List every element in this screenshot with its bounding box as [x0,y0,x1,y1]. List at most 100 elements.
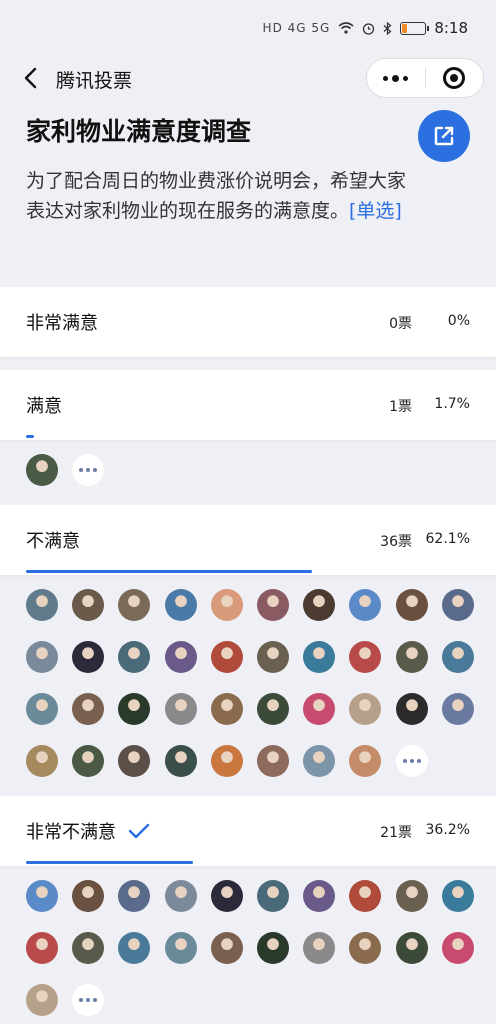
voter-avatar[interactable] [211,880,243,912]
voter-avatar[interactable] [442,693,474,725]
option-vote-count: 36票 [380,534,412,550]
voter-avatar[interactable] [349,641,381,673]
voter-avatar[interactable] [26,984,58,1016]
option-progress-bar [26,861,193,864]
option-label: 非常不满意 [26,818,150,844]
voter-avatar[interactable] [257,589,289,621]
option-percent: 0% [447,313,470,329]
voter-avatar[interactable] [349,693,381,725]
voter-avatar[interactable] [442,880,474,912]
voter-avatar[interactable] [303,880,335,912]
voter-avatar[interactable] [442,932,474,964]
voter-avatar[interactable] [118,932,150,964]
voter-avatar[interactable] [349,589,381,621]
voter-avatar[interactable] [26,932,58,964]
status-bar: HD 4G 5G 8:18 [0,0,496,56]
battery-icon [400,21,430,35]
more-voters-button[interactable] [72,454,104,486]
option-label: 不满意 [26,527,80,553]
voter-avatar[interactable] [72,745,104,777]
voter-avatar[interactable] [72,693,104,725]
voter-avatar[interactable] [26,454,58,486]
voter-avatar[interactable] [349,880,381,912]
voter-avatar[interactable] [72,589,104,621]
nav-bar: 腾讯投票 [0,56,496,100]
voter-avatar[interactable] [396,932,428,964]
voter-avatar[interactable] [257,880,289,912]
voter-avatar[interactable] [165,589,197,621]
option-4[interactable]: 非常不满意 21票 36.2% [0,796,496,866]
voter-avatar[interactable] [165,880,197,912]
voter-avatar[interactable] [211,589,243,621]
voter-avatar[interactable] [211,932,243,964]
option-1[interactable]: 非常满意 0票 0% [0,287,496,357]
voter-avatar[interactable] [396,693,428,725]
close-miniprogram-button[interactable] [426,67,484,89]
nav-title: 腾讯投票 [56,70,133,92]
voter-avatar[interactable] [165,745,197,777]
voter-avatar[interactable] [396,641,428,673]
voter-avatar[interactable] [303,932,335,964]
network-icons: HD 4G 5G [262,21,331,35]
option-2[interactable]: 满意 1票 1.7% [0,370,496,440]
option-percent: 1.7% [434,396,470,412]
voter-avatar[interactable] [211,641,243,673]
option-label: 满意 [26,392,62,418]
voter-avatar[interactable] [118,880,150,912]
option-progress-bar [26,570,312,573]
voter-avatar[interactable] [303,693,335,725]
voter-avatar[interactable] [211,693,243,725]
voter-avatar[interactable] [303,641,335,673]
voter-avatar[interactable] [257,641,289,673]
back-arrow-icon[interactable] [18,64,42,92]
voter-avatar[interactable] [165,693,197,725]
more-options-button[interactable] [367,74,425,82]
voter-avatar[interactable] [442,589,474,621]
voter-avatar[interactable] [26,880,58,912]
voter-avatar[interactable] [26,693,58,725]
selected-check-icon [128,823,150,839]
voter-avatar[interactable] [72,932,104,964]
share-button[interactable] [418,110,470,162]
poll-header: 家利物业满意度调查 为了配合周日的物业费涨价说明会，希望大家表达对家利物业的现在… [0,100,496,286]
voter-avatar[interactable] [396,589,428,621]
voter-avatar[interactable] [396,880,428,912]
option-vote-count: 1票 [389,399,412,415]
voter-avatar[interactable] [26,641,58,673]
target-icon [443,67,466,89]
voter-avatar[interactable] [118,693,150,725]
option-label-text: 满意 [26,396,62,417]
voter-avatar[interactable] [442,641,474,673]
voter-avatar[interactable] [165,932,197,964]
voter-avatar[interactable] [26,745,58,777]
voter-avatar[interactable] [118,641,150,673]
poll-description: 为了配合周日的物业费涨价说明会，希望大家表达对家利物业的现在服务的满意度。[单选… [26,166,406,226]
bluetooth-icon [383,21,392,35]
option-label: 非常满意 [26,309,98,335]
voter-avatar[interactable] [257,745,289,777]
option-progress-bar [26,435,34,438]
more-voters-button[interactable] [396,745,428,777]
more-voters-button[interactable] [72,984,104,1016]
alarm-icon [363,22,375,35]
voter-avatar[interactable] [257,932,289,964]
option-percent: 62.1% [425,531,470,547]
option-label-text: 非常满意 [26,313,98,334]
clock: 8:18 [434,19,468,37]
voter-avatar[interactable] [72,641,104,673]
voter-avatar[interactable] [349,932,381,964]
voter-avatar[interactable] [118,745,150,777]
voter-avatar[interactable] [211,745,243,777]
voter-avatar[interactable] [257,693,289,725]
voter-avatar[interactable] [118,589,150,621]
voter-avatar[interactable] [303,745,335,777]
external-link-icon [434,126,454,146]
option-label-text: 非常不满意 [26,822,116,843]
option-3[interactable]: 不满意 36票 62.1% [0,505,496,575]
voter-avatar[interactable] [349,745,381,777]
voter-avatar[interactable] [165,641,197,673]
voter-avatar[interactable] [26,589,58,621]
voter-avatar[interactable] [72,880,104,912]
voter-avatar[interactable] [303,589,335,621]
wifi-icon [338,22,354,34]
